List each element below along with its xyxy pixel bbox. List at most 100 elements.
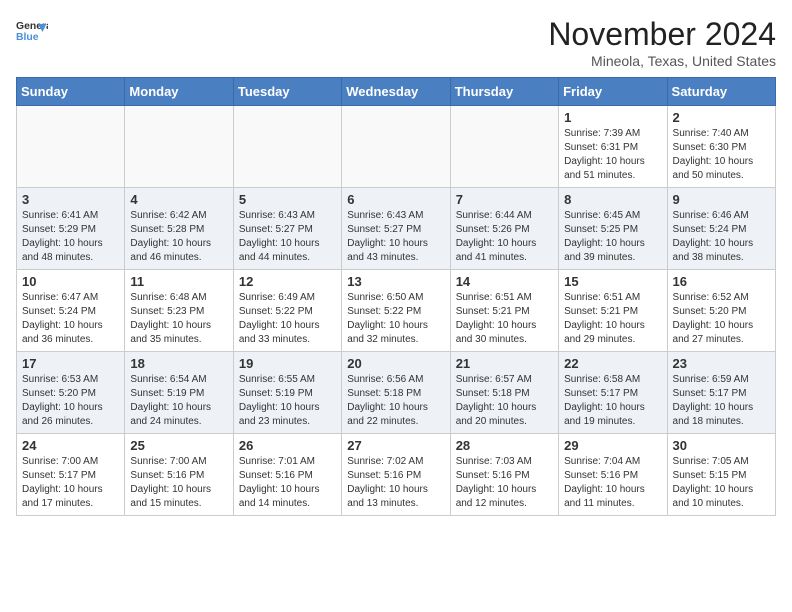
calendar-cell: 1 Sunrise: 7:39 AM Sunset: 6:31 PM Daylig… [559, 106, 667, 188]
weekday-header-wednesday: Wednesday [342, 78, 450, 106]
day-number: 27 [347, 438, 444, 453]
calendar-cell: 15Sunrise: 6:51 AM Sunset: 5:21 PM Dayli… [559, 270, 667, 352]
calendar-cell: 6 Sunrise: 6:43 AM Sunset: 5:27 PM Daylig… [342, 188, 450, 270]
title-block: November 2024 Mineola, Texas, United Sta… [548, 16, 776, 69]
calendar-cell: 13 Sunrise: 6:50 AM Sunset: 5:22 PM Dayli… [342, 270, 450, 352]
day-number: 14 [456, 274, 553, 289]
day-number: 25 [130, 438, 227, 453]
calendar-cell: 29Sunrise: 7:04 AM Sunset: 5:16 PM Dayli… [559, 434, 667, 516]
day-number: 6 [347, 192, 444, 207]
weekday-header-tuesday: Tuesday [233, 78, 341, 106]
calendar-cell: 26 Sunrise: 7:01 AM Sunset: 5:16 PM Dayli… [233, 434, 341, 516]
day-info: Sunrise: 6:46 AM Sunset: 5:24 PM Dayligh… [673, 209, 770, 265]
logo-icon: General Blue [16, 16, 48, 48]
svg-text:Blue: Blue [16, 32, 39, 43]
day-info: Sunrise: 6:57 AM Sunset: 5:18 PM Dayligh… [456, 373, 553, 429]
calendar-cell: 9 Sunrise: 6:46 AM Sunset: 5:24 PM Daylig… [667, 188, 775, 270]
day-number: 28 [456, 438, 553, 453]
month-title: November 2024 [548, 16, 776, 53]
day-info: Sunrise: 7:40 AM Sunset: 6:30 PM Dayligh… [673, 127, 770, 183]
calendar-cell: 22 Sunrise: 6:58 AM Sunset: 5:17 PM Dayli… [559, 352, 667, 434]
day-info: Sunrise: 6:42 AM Sunset: 5:28 PM Dayligh… [130, 209, 227, 265]
day-number: 20 [347, 356, 444, 371]
day-info: Sunrise: 7:04 AM Sunset: 5:16 PM Dayligh… [564, 455, 661, 511]
day-number: 21 [456, 356, 553, 371]
calendar-cell: 25 Sunrise: 7:00 AM Sunset: 5:16 PM Dayli… [125, 434, 233, 516]
weekday-header-monday: Monday [125, 78, 233, 106]
day-number: 15 [564, 274, 661, 289]
day-info: Sunrise: 6:52 AM Sunset: 5:20 PM Dayligh… [673, 291, 770, 347]
day-info: Sunrise: 6:48 AM Sunset: 5:23 PM Dayligh… [130, 291, 227, 347]
day-number: 5 [239, 192, 336, 207]
day-number: 2 [673, 110, 770, 125]
day-number: 13 [347, 274, 444, 289]
day-number: 1 [564, 110, 661, 125]
day-number: 18 [130, 356, 227, 371]
weekday-header-saturday: Saturday [667, 78, 775, 106]
calendar-cell: 3Sunrise: 6:41 AM Sunset: 5:29 PM Daylig… [17, 188, 125, 270]
day-info: Sunrise: 6:56 AM Sunset: 5:18 PM Dayligh… [347, 373, 444, 429]
calendar-cell: 2 Sunrise: 7:40 AM Sunset: 6:30 PM Daylig… [667, 106, 775, 188]
calendar-cell: 12 Sunrise: 6:49 AM Sunset: 5:22 PM Dayli… [233, 270, 341, 352]
day-info: Sunrise: 6:45 AM Sunset: 5:25 PM Dayligh… [564, 209, 661, 265]
day-number: 17 [22, 356, 119, 371]
day-number: 8 [564, 192, 661, 207]
calendar-cell: 4 Sunrise: 6:42 AM Sunset: 5:28 PM Daylig… [125, 188, 233, 270]
day-number: 30 [673, 438, 770, 453]
day-info: Sunrise: 6:43 AM Sunset: 5:27 PM Dayligh… [239, 209, 336, 265]
day-number: 22 [564, 356, 661, 371]
day-info: Sunrise: 6:51 AM Sunset: 5:21 PM Dayligh… [456, 291, 553, 347]
calendar-cell: 28Sunrise: 7:03 AM Sunset: 5:16 PM Dayli… [450, 434, 558, 516]
day-number: 3 [22, 192, 119, 207]
day-info: Sunrise: 7:05 AM Sunset: 5:15 PM Dayligh… [673, 455, 770, 511]
calendar-cell: 8 Sunrise: 6:45 AM Sunset: 5:25 PM Daylig… [559, 188, 667, 270]
calendar-cell: 5 Sunrise: 6:43 AM Sunset: 5:27 PM Daylig… [233, 188, 341, 270]
calendar-cell: 20 Sunrise: 6:56 AM Sunset: 5:18 PM Dayli… [342, 352, 450, 434]
calendar-cell: 24 Sunrise: 7:00 AM Sunset: 5:17 PM Dayli… [17, 434, 125, 516]
day-info: Sunrise: 6:49 AM Sunset: 5:22 PM Dayligh… [239, 291, 336, 347]
day-info: Sunrise: 7:00 AM Sunset: 5:16 PM Dayligh… [130, 455, 227, 511]
calendar-cell [233, 106, 341, 188]
day-info: Sunrise: 6:54 AM Sunset: 5:19 PM Dayligh… [130, 373, 227, 429]
day-number: 16 [673, 274, 770, 289]
week-row-5: 24 Sunrise: 7:00 AM Sunset: 5:17 PM Dayli… [17, 434, 776, 516]
calendar-cell [450, 106, 558, 188]
calendar-cell: 21 Sunrise: 6:57 AM Sunset: 5:18 PM Dayli… [450, 352, 558, 434]
calendar-cell: 18 Sunrise: 6:54 AM Sunset: 5:19 PM Dayli… [125, 352, 233, 434]
day-number: 7 [456, 192, 553, 207]
calendar-cell: 7Sunrise: 6:44 AM Sunset: 5:26 PM Daylig… [450, 188, 558, 270]
day-info: Sunrise: 6:43 AM Sunset: 5:27 PM Dayligh… [347, 209, 444, 265]
week-row-4: 17Sunrise: 6:53 AM Sunset: 5:20 PM Dayli… [17, 352, 776, 434]
day-info: Sunrise: 6:50 AM Sunset: 5:22 PM Dayligh… [347, 291, 444, 347]
calendar-cell: 19Sunrise: 6:55 AM Sunset: 5:19 PM Dayli… [233, 352, 341, 434]
day-info: Sunrise: 7:00 AM Sunset: 5:17 PM Dayligh… [22, 455, 119, 511]
calendar-cell: 23 Sunrise: 6:59 AM Sunset: 5:17 PM Dayli… [667, 352, 775, 434]
day-info: Sunrise: 6:58 AM Sunset: 5:17 PM Dayligh… [564, 373, 661, 429]
day-info: Sunrise: 6:55 AM Sunset: 5:19 PM Dayligh… [239, 373, 336, 429]
calendar-cell: 16 Sunrise: 6:52 AM Sunset: 5:20 PM Dayli… [667, 270, 775, 352]
calendar-table: SundayMondayTuesdayWednesdayThursdayFrid… [16, 77, 776, 516]
calendar-cell [125, 106, 233, 188]
calendar-cell [342, 106, 450, 188]
day-number: 23 [673, 356, 770, 371]
day-info: Sunrise: 7:01 AM Sunset: 5:16 PM Dayligh… [239, 455, 336, 511]
calendar-cell: 10Sunrise: 6:47 AM Sunset: 5:24 PM Dayli… [17, 270, 125, 352]
page-header: General Blue November 2024 Mineola, Texa… [16, 16, 776, 69]
calendar-cell [17, 106, 125, 188]
calendar-cell: 27Sunrise: 7:02 AM Sunset: 5:16 PM Dayli… [342, 434, 450, 516]
location: Mineola, Texas, United States [548, 53, 776, 69]
day-info: Sunrise: 6:47 AM Sunset: 5:24 PM Dayligh… [22, 291, 119, 347]
day-number: 4 [130, 192, 227, 207]
day-info: Sunrise: 6:59 AM Sunset: 5:17 PM Dayligh… [673, 373, 770, 429]
day-number: 26 [239, 438, 336, 453]
week-row-1: 1 Sunrise: 7:39 AM Sunset: 6:31 PM Daylig… [17, 106, 776, 188]
weekday-header-sunday: Sunday [17, 78, 125, 106]
day-number: 12 [239, 274, 336, 289]
day-number: 9 [673, 192, 770, 207]
day-number: 11 [130, 274, 227, 289]
week-row-3: 10Sunrise: 6:47 AM Sunset: 5:24 PM Dayli… [17, 270, 776, 352]
day-number: 24 [22, 438, 119, 453]
weekday-header-friday: Friday [559, 78, 667, 106]
day-info: Sunrise: 7:39 AM Sunset: 6:31 PM Dayligh… [564, 127, 661, 183]
week-row-2: 3Sunrise: 6:41 AM Sunset: 5:29 PM Daylig… [17, 188, 776, 270]
